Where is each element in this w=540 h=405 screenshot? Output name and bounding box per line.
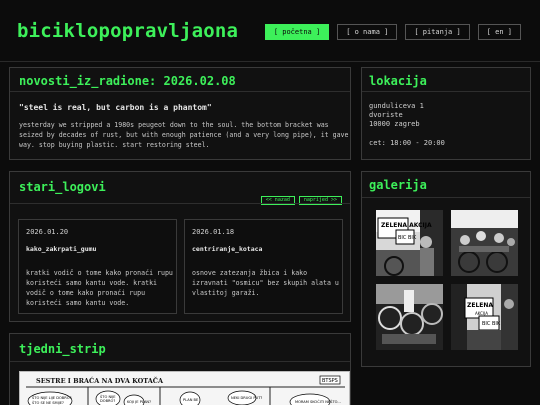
- svg-text:ŠTO SE NE SMIJE?: ŠTO SE NE SMIJE?: [32, 400, 64, 405]
- log-title[interactable]: centriranje_kotaca: [192, 245, 262, 253]
- svg-text:BIC BIK: BIC BIK: [398, 235, 417, 241]
- divider: [10, 361, 350, 362]
- nav-home[interactable]: [ početna ]: [264, 24, 330, 40]
- log-date: 2026.01.18: [192, 228, 235, 236]
- divider: [362, 197, 530, 198]
- opening-hours: cet: 18:00 - 20:00: [369, 139, 445, 147]
- divider: [10, 203, 350, 204]
- comic-logo: BTSPS: [322, 378, 338, 384]
- photo-image: ZELENA AKCIJA BIC BIK: [451, 284, 518, 350]
- log-title[interactable]: kako_zakrpati_gumu: [26, 245, 96, 253]
- strip-title: tjedni_strip: [19, 342, 106, 356]
- news-quote: "steel is real, but carbon is a phantom": [19, 103, 212, 112]
- gallery-title: galerija: [369, 178, 427, 192]
- photo-image: [451, 210, 518, 276]
- gallery-panel: galerija ZELENA AKCIJA BIC BIK ZELENA AK…: [361, 171, 531, 367]
- gallery-photo[interactable]: ZELENA AKCIJA BIC BIK: [451, 284, 518, 350]
- address: gunduliceva 1 dvoriste 10000 zagreb: [369, 102, 424, 129]
- nav-language[interactable]: [ en ]: [477, 24, 521, 40]
- site-logo-text[interactable]: biciklopopravljaona: [17, 20, 238, 42]
- divider: [362, 91, 530, 92]
- svg-text:ZELENA: ZELENA: [467, 302, 493, 309]
- location-panel: lokacija gunduliceva 1 dvoriste 10000 za…: [361, 67, 531, 160]
- log-card[interactable]: 2026.01.18 centriranje_kotaca osnove zat…: [184, 219, 343, 314]
- old-logs-panel: stari_logovi << nazad naprijed >> 2026.0…: [9, 171, 351, 322]
- svg-text:KOJI JE PLAN?: KOJI JE PLAN?: [127, 400, 151, 404]
- nav-about[interactable]: [ o nama ]: [337, 24, 398, 40]
- gallery-photo[interactable]: [376, 284, 443, 350]
- news-title: novosti_iz_radione: 2026.02.08: [19, 74, 236, 88]
- comic-strip[interactable]: SESTRE I BRAĆA NA DVA KOTAČA BTSPS ŠTO N…: [19, 371, 350, 405]
- photo-image: ZELENA AKCIJA BIC BIK: [376, 210, 443, 276]
- comic-image: SESTRE I BRAĆA NA DVA KOTAČA BTSPS ŠTO N…: [20, 372, 349, 405]
- old-logs-title: stari_logovi: [19, 180, 106, 194]
- address-line: gunduliceva 1: [369, 102, 424, 110]
- photo-image: [376, 284, 443, 350]
- svg-text:AKCIJA: AKCIJA: [475, 311, 488, 316]
- sign-text: ZELENA AKCIJA: [381, 222, 432, 229]
- log-text: osnove zatezanja žbica i kako izravnati …: [192, 269, 339, 297]
- log-date: 2026.01.20: [26, 228, 69, 236]
- address-line: dvoriste: [369, 111, 403, 119]
- log-card[interactable]: 2026.01.20 kako_zakrpati_gumu kratki vod…: [18, 219, 177, 314]
- comic-title: SESTRE I BRAĆA NA DVA KOTAČA: [36, 376, 164, 385]
- weekly-strip-panel: tjedni_strip SESTRE I BRAĆA NA DVA KOTAČ…: [9, 333, 351, 405]
- address-line: 10000 zagreb: [369, 120, 420, 128]
- svg-text:NEKI DRUGI PUT?: NEKI DRUGI PUT?: [231, 396, 262, 400]
- svg-text:ŠTO NIJE LIJE DOBRO?: ŠTO NIJE LIJE DOBRO?: [32, 395, 72, 400]
- location-title: lokacija: [369, 74, 427, 88]
- svg-text:PLAN BE: PLAN BE: [183, 398, 199, 402]
- divider: [10, 91, 350, 92]
- svg-text:DOBRO?: DOBRO?: [100, 399, 115, 403]
- news-body: yesterday we stripped a 1980s peugeot do…: [19, 121, 349, 149]
- main-nav: [ početna ] [ o nama ] [ pitanja ] [ en …: [264, 24, 521, 40]
- sign-text: BIC BIK: [482, 321, 501, 327]
- nav-faq[interactable]: [ pitanja ]: [405, 24, 470, 40]
- gallery-photo[interactable]: [451, 210, 518, 276]
- gallery-photo[interactable]: ZELENA AKCIJA BIC BIK: [376, 210, 443, 276]
- svg-text:MORAM SKOČITI NEŠTO...: MORAM SKOČITI NEŠTO...: [295, 399, 341, 404]
- log-text: kratki vodič o tome kako pronaći rupu ko…: [26, 269, 173, 307]
- site-header: biciklopopravljaona [ početna ] [ o nama…: [0, 0, 540, 62]
- news-panel: novosti_iz_radione: 2026.02.08 "steel is…: [9, 67, 351, 160]
